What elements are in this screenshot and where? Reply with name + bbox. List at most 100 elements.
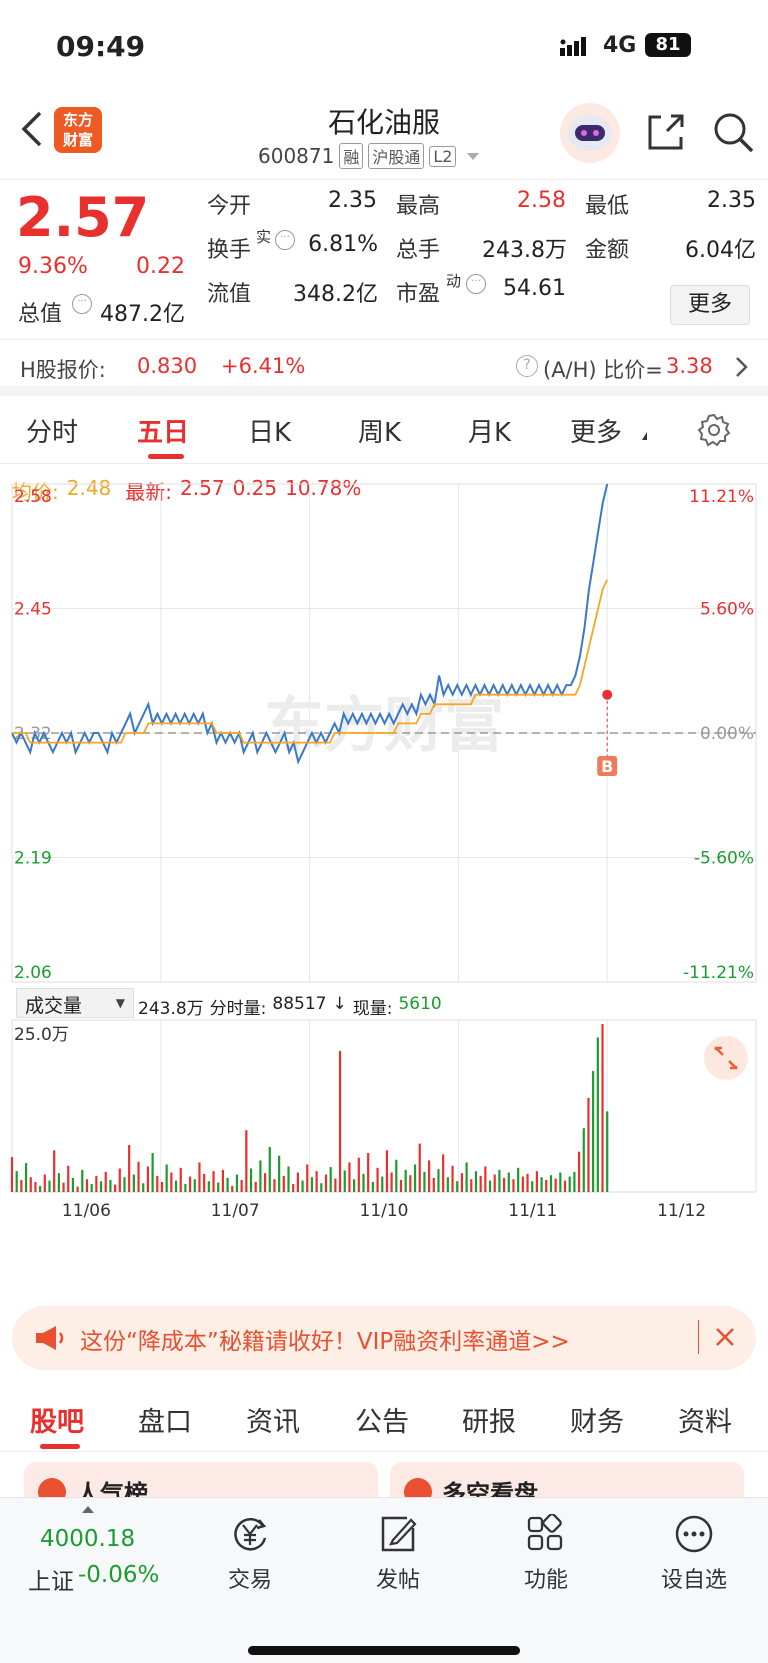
volume-bar bbox=[573, 1171, 576, 1192]
tab-forum[interactable]: 股吧 bbox=[30, 1400, 84, 1439]
volume-bar bbox=[268, 1146, 271, 1192]
x-tick-label: 11/06 bbox=[62, 1201, 111, 1221]
vs-icon bbox=[404, 1478, 432, 1498]
search-icon[interactable] bbox=[712, 111, 756, 155]
trade-button[interactable]: 交易 bbox=[195, 1514, 305, 1594]
indicator-select[interactable]: 成交量 ▼ bbox=[16, 988, 134, 1018]
volume-plot-frame bbox=[11, 1019, 757, 1193]
volume-bar bbox=[81, 1169, 84, 1192]
volume-bar bbox=[203, 1173, 206, 1192]
tab-more[interactable]: 更多 bbox=[570, 412, 622, 449]
volume-bar bbox=[123, 1177, 126, 1192]
five-day-chart[interactable]: 均价: 2.48 最新: 2.57 0.25 10.78% 东方财富 2.58 2.… bbox=[0, 464, 768, 1294]
volume-bar bbox=[207, 1181, 210, 1192]
info-dots-icon[interactable]: ··· bbox=[275, 230, 295, 250]
x-tick-label: 11/11 bbox=[508, 1201, 557, 1221]
more-button[interactable]: 更多 bbox=[670, 285, 750, 325]
change-amount: 0.22 bbox=[136, 254, 185, 279]
tab-finance[interactable]: 财务 bbox=[570, 1400, 624, 1439]
tab-five-day[interactable]: 五日 bbox=[137, 412, 189, 449]
volume-bar bbox=[512, 1179, 515, 1192]
volume-bar bbox=[442, 1154, 445, 1192]
watchlist-button[interactable]: 设自选 bbox=[639, 1514, 749, 1594]
volume-bar bbox=[446, 1177, 449, 1192]
current-price: 2.57 bbox=[16, 186, 150, 249]
volume-bar bbox=[235, 1174, 239, 1192]
functions-button[interactable]: 功能 bbox=[491, 1514, 601, 1594]
volume-bar bbox=[273, 1179, 276, 1192]
share-icon[interactable] bbox=[645, 111, 687, 153]
tag-margin: 融 bbox=[339, 143, 364, 169]
tab-intraday[interactable]: 分时 bbox=[26, 412, 78, 449]
mktcap-label: 总值 bbox=[18, 302, 63, 327]
x-tick-label: 11/12 bbox=[657, 1201, 706, 1221]
expand-icon[interactable] bbox=[704, 1036, 748, 1080]
volume-bar bbox=[99, 1181, 103, 1192]
volume-bar bbox=[174, 1180, 178, 1192]
volume-bar bbox=[498, 1169, 501, 1192]
stock-code: 600871 bbox=[258, 144, 335, 168]
change-percent: 9.36% bbox=[18, 254, 88, 279]
volume-bar bbox=[278, 1155, 281, 1192]
bull-bear-card[interactable]: 多空看盘 bbox=[390, 1462, 744, 1498]
volume-value: 243.8万 bbox=[482, 238, 567, 263]
stock-header: 东方 财富 石化油服 600871 融 沪股通 L2 bbox=[0, 95, 768, 180]
promo-text: 这份“降成本”秘籍请收好！VIP融资利率通道>> bbox=[80, 1329, 570, 1355]
y-tick-left: 2.45 bbox=[14, 600, 52, 620]
volume-bar bbox=[460, 1173, 464, 1192]
status-bar: 09:49 4G 81 bbox=[0, 0, 768, 95]
content-tabs: 股吧 盘口 资讯 公告 研报 财务 资料 bbox=[0, 1382, 768, 1452]
volume-bar bbox=[563, 1180, 567, 1192]
volume-total: 243.8万 bbox=[138, 999, 204, 1019]
info-dots-icon[interactable]: ··· bbox=[72, 294, 92, 314]
settings-gear-icon[interactable] bbox=[696, 412, 732, 448]
close-icon[interactable] bbox=[714, 1326, 736, 1348]
popularity-card[interactable]: 人气榜 bbox=[24, 1462, 378, 1498]
info-dots-icon[interactable]: ··· bbox=[466, 274, 486, 294]
tab-announcements[interactable]: 公告 bbox=[355, 1400, 409, 1439]
assistant-robot-icon[interactable] bbox=[560, 103, 620, 163]
volume-bar bbox=[531, 1181, 534, 1192]
tag-connect: 沪股通 bbox=[368, 143, 425, 169]
x-tick-label: 11/07 bbox=[211, 1201, 260, 1221]
high-value: 2.58 bbox=[517, 188, 566, 213]
tab-weekly-k[interactable]: 周K bbox=[358, 412, 401, 449]
rank-icon bbox=[38, 1478, 66, 1498]
volume-bar bbox=[606, 1111, 609, 1192]
volume-bar bbox=[24, 1163, 28, 1192]
status-time: 09:49 bbox=[56, 30, 146, 63]
tab-research[interactable]: 研报 bbox=[462, 1400, 516, 1439]
tab-monthly-k[interactable]: 月K bbox=[468, 412, 511, 449]
volume-bar bbox=[114, 1184, 117, 1192]
volume-bar bbox=[432, 1177, 435, 1192]
volume-bar bbox=[320, 1183, 323, 1192]
volume-bar bbox=[399, 1179, 403, 1192]
y-tick-left: 2.06 bbox=[14, 963, 52, 983]
stock-code-row[interactable]: 600871 融 沪股通 L2 bbox=[258, 143, 480, 169]
help-icon[interactable]: ? bbox=[516, 355, 538, 377]
volume-bar bbox=[67, 1165, 70, 1192]
tab-orderbook[interactable]: 盘口 bbox=[138, 1400, 192, 1439]
watchlist-label: 设自选 bbox=[660, 1568, 727, 1593]
volume-bar bbox=[413, 1164, 417, 1192]
promo-banner[interactable]: 这份“降成本”秘籍请收好！VIP融资利率通道>> bbox=[12, 1306, 756, 1370]
quote-panel: 2.57 9.36% 0.22 总值 ··· 487.2亿 今开 2.35 最高… bbox=[0, 180, 768, 340]
now-volume-label: 现量: bbox=[352, 999, 393, 1019]
volume-bar bbox=[371, 1181, 374, 1192]
volume-bar bbox=[34, 1181, 37, 1192]
post-button[interactable]: 发帖 bbox=[343, 1514, 453, 1594]
tab-profile[interactable]: 资料 bbox=[678, 1400, 732, 1439]
volume-bar bbox=[118, 1168, 121, 1192]
volume-bar bbox=[367, 1153, 370, 1192]
index-row[interactable]: 上证 -0.06% bbox=[28, 1562, 159, 1596]
h-share-row[interactable]: H股报价: 0.830 +6.41% ? (A/H) 比价= 3.38 bbox=[0, 340, 768, 396]
tab-news[interactable]: 资讯 bbox=[246, 1400, 300, 1439]
index-value[interactable]: 4000.18 bbox=[40, 1526, 135, 1552]
volume-bar bbox=[437, 1169, 440, 1192]
volume-bar bbox=[395, 1159, 398, 1192]
volume-bar bbox=[104, 1171, 107, 1192]
caret-down-icon bbox=[467, 152, 480, 160]
tab-daily-k[interactable]: 日K bbox=[248, 412, 291, 449]
volume-bar bbox=[128, 1144, 131, 1192]
feature-cards: 人气榜 多空看盘 bbox=[0, 1452, 768, 1498]
